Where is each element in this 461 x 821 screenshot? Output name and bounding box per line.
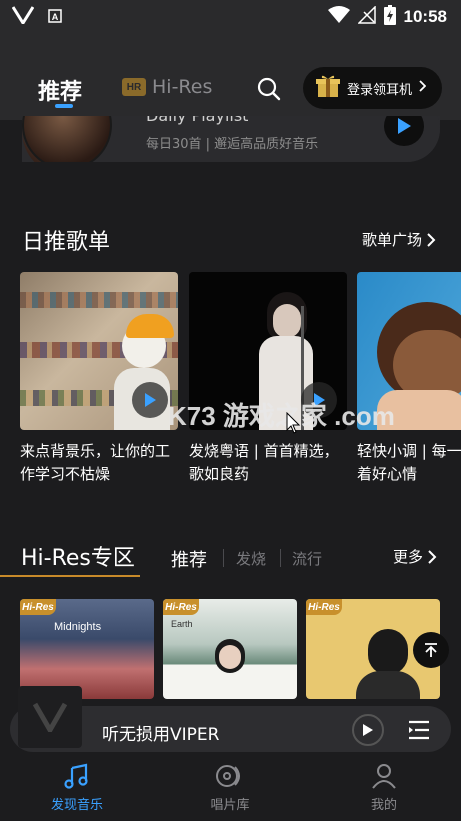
record-disc-icon [216, 765, 240, 787]
gift-box-icon [315, 73, 341, 103]
tab-divider [280, 549, 281, 567]
hires-tab-fever[interactable]: 发烧 [236, 548, 266, 569]
playlist-card[interactable]: 发烧粤语 | 首首精选，歌如良药 [189, 272, 347, 486]
watermark: K73 游戏之家 .com [168, 396, 395, 433]
user-icon [372, 764, 396, 789]
notification-a-icon: A [48, 8, 62, 27]
hires-badge: Hi-Res [306, 599, 342, 615]
hires-more-label: 更多 [393, 548, 424, 566]
hires-zone-underline [0, 575, 140, 577]
album-card[interactable]: Hi-Res Earth [163, 599, 297, 699]
nav-discover[interactable]: 发现音乐 [32, 762, 122, 813]
hires-tab-pop[interactable]: 流行 [292, 548, 322, 569]
mini-player-title: 听无损用VIPER [102, 725, 220, 745]
mini-player-play-button[interactable] [352, 714, 384, 746]
album-name: Earth [171, 619, 193, 629]
nav-discover-label: 发现音乐 [50, 798, 103, 813]
search-button[interactable] [256, 76, 282, 102]
playlist-card-partial[interactable]: 轻快小调 | 每一首都藏着好心情 [357, 272, 461, 486]
viper-logo-icon [33, 702, 67, 732]
hires-more-link[interactable]: 更多 [393, 546, 437, 567]
mouse-cursor-icon [286, 411, 301, 438]
daily-playlist-title: Daily Playlist [146, 116, 248, 125]
watermark-text: K73 游戏之家 .com [168, 401, 395, 431]
playlist-square-link[interactable]: 歌单广场 [362, 229, 436, 250]
chevron-right-icon [428, 549, 437, 564]
header-foreground: 推荐 HR Hi-Res 登录领耳机 [0, 34, 461, 120]
playlist-title: 来点背景乐，让你的工作学习不枯燥 [20, 442, 171, 483]
playlist-square-label: 歌单广场 [362, 231, 423, 249]
daily-card-visible[interactable]: Daily Playlist 每日30首 | 邂逅高品质好音乐 [22, 116, 440, 162]
playlist-title: 轻快小调 | 每一首都藏着好心情 [357, 442, 461, 483]
no-signal-icon [356, 5, 376, 28]
nav-mine[interactable]: 我的 [339, 762, 429, 813]
status-bar: A 10:58 [0, 0, 461, 34]
scroll-to-top-button[interactable] [413, 632, 449, 668]
arrow-up-icon [425, 643, 437, 657]
clock: 10:58 [403, 7, 447, 26]
tab-recommend-label[interactable]: 推荐 [38, 74, 82, 106]
nav-records-label: 唱片库 [210, 798, 250, 813]
playlist-cover [20, 272, 178, 430]
viper-logo-icon [11, 6, 35, 28]
bottom-nav: 发现音乐 唱片库 我的 [0, 752, 461, 821]
playlist-queue-icon[interactable] [407, 719, 431, 741]
hires-badge: Hi-Res [20, 599, 56, 615]
hires-badge: HR [122, 78, 146, 96]
hires-tab-recommend[interactable]: 推荐 [171, 546, 207, 572]
playlist-play-button[interactable] [132, 382, 168, 418]
album-card[interactable]: Hi-Res Midnights [20, 599, 154, 699]
tab-hires-text: Hi-Res [152, 76, 213, 98]
playlist-title: 发烧粤语 | 首首精选，歌如良药 [189, 442, 339, 483]
promo-text: 登录领耳机 [347, 82, 413, 98]
hires-badge: Hi-Res [163, 599, 199, 615]
svg-text:A: A [52, 12, 59, 22]
album-name: Midnights [54, 621, 102, 633]
daily-playlist-subtitle: 每日30首 | 邂逅高品质好音乐 [146, 137, 319, 152]
hires-zone-title: Hi-Res专区 [21, 546, 135, 571]
promo-chevron-icon [418, 80, 427, 96]
tab-divider [223, 549, 224, 567]
login-promo[interactable]: 登录领耳机 [303, 67, 442, 109]
battery-charging-icon [383, 5, 396, 29]
playlist-card[interactable]: 来点背景乐，让你的工作学习不枯燥 [20, 272, 178, 486]
tab-hires-foreground[interactable]: HR Hi-Res [122, 76, 212, 98]
music-note-icon [64, 763, 88, 789]
play-icon [363, 724, 373, 736]
mini-player-artwork [18, 686, 82, 748]
daily-recommend-title: 日推歌单 [22, 230, 111, 255]
chevron-right-icon [427, 232, 436, 247]
wifi-icon [327, 6, 350, 28]
nav-records[interactable]: 唱片库 [185, 762, 275, 813]
nav-mine-label: 我的 [370, 798, 397, 813]
daily-cover-art [22, 116, 112, 162]
active-tab-underline [55, 104, 73, 108]
